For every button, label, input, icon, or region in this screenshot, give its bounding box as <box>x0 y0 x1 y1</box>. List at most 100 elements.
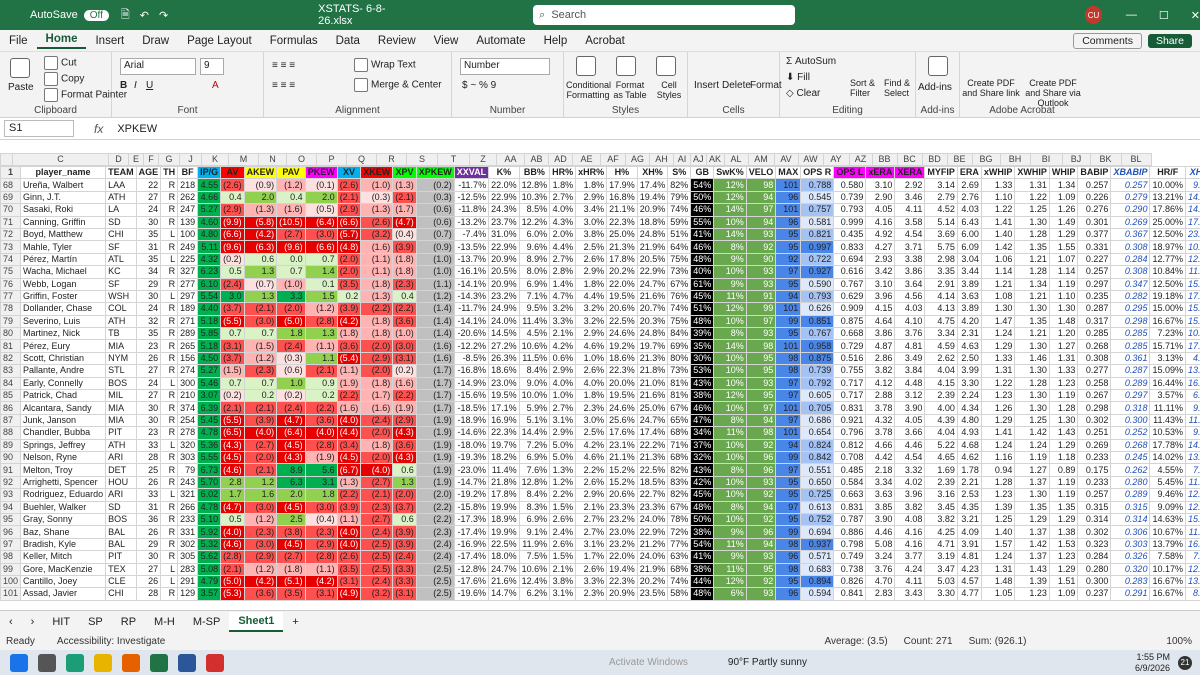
cell[interactable]: (4.5) <box>276 438 306 453</box>
cell[interactable]: 0.921 <box>833 413 867 428</box>
cell[interactable]: R <box>160 500 179 514</box>
cell[interactable]: 2.83 <box>865 587 896 601</box>
cell[interactable]: 3.77 <box>894 550 926 564</box>
cell[interactable]: BOS <box>105 376 137 391</box>
cell[interactable]: -7.4% <box>453 227 490 242</box>
cell[interactable]: (2.1) <box>243 302 278 316</box>
cell[interactable]: (3.6) <box>336 339 362 353</box>
cell[interactable]: 20.2% <box>636 574 669 589</box>
share-button[interactable]: Share <box>1147 33 1192 48</box>
cell[interactable]: Ureña, Walbert <box>20 178 107 192</box>
cell[interactable]: 15.00% <box>1149 302 1186 316</box>
cell[interactable]: 297 <box>177 289 199 304</box>
cell[interactable]: 9.0% <box>518 376 551 391</box>
cell[interactable]: 1.18 <box>1048 450 1079 465</box>
cell[interactable]: 218 <box>177 178 199 192</box>
cell[interactable]: 14% <box>713 339 747 353</box>
cell[interactable]: (4.0) <box>360 463 394 477</box>
cell[interactable]: 2.4% <box>549 525 577 539</box>
cell[interactable]: 3.82 <box>924 512 958 527</box>
cell[interactable]: 29 <box>135 277 162 291</box>
column-header[interactable]: AF <box>600 153 626 166</box>
cell[interactable]: (2.0) <box>415 488 455 502</box>
column-header[interactable]: AY <box>822 153 850 166</box>
cell[interactable]: -14.1% <box>453 314 490 329</box>
cell[interactable]: 38% <box>690 562 715 576</box>
cell[interactable]: BF <box>177 166 199 180</box>
cell[interactable]: 2.24 <box>956 389 982 403</box>
cell[interactable]: 8% <box>713 500 747 514</box>
cell[interactable]: MYFIP <box>924 166 958 180</box>
cell[interactable]: Mahle, Tyler <box>20 240 107 254</box>
cell[interactable]: TB <box>105 327 137 341</box>
cell[interactable]: 0.267 <box>1077 389 1112 403</box>
cell[interactable]: 0.708 <box>833 450 867 465</box>
cell[interactable]: 1.8% <box>549 178 577 192</box>
cell[interactable]: (1.1) <box>336 512 362 527</box>
cell[interactable]: BAL <box>105 525 137 539</box>
cell[interactable]: (0.9) <box>243 178 278 192</box>
cell[interactable]: (0.3) <box>360 190 394 205</box>
cell[interactable]: xERA <box>865 166 896 180</box>
cell[interactable]: (2.3) <box>243 364 278 378</box>
row-number[interactable]: 84 <box>0 376 22 391</box>
delete-button[interactable]: Delete <box>722 80 751 91</box>
cell[interactable]: COL <box>105 302 137 316</box>
cell[interactable]: NYM <box>105 351 137 366</box>
cell[interactable]: 1.2 <box>243 475 278 490</box>
cell[interactable]: (2.2) <box>415 500 455 514</box>
cell[interactable]: ATH <box>105 314 137 329</box>
cell[interactable]: 1.27 <box>1048 339 1079 353</box>
tab-m-h[interactable]: M-H <box>145 616 184 628</box>
cell[interactable]: 100 <box>177 227 199 242</box>
cell[interactable]: 15.18% <box>1184 277 1200 291</box>
cell[interactable]: 1.33 <box>980 178 1016 192</box>
cell[interactable]: 30 <box>135 289 162 304</box>
cell[interactable]: 1.47 <box>980 314 1016 329</box>
cell[interactable]: 2.5% <box>575 426 608 440</box>
cell[interactable]: 274 <box>177 364 199 378</box>
cell[interactable]: 47% <box>690 413 715 428</box>
cell[interactable]: 1.41 <box>980 426 1016 440</box>
cell[interactable]: 67% <box>667 277 692 291</box>
cell[interactable]: 19.2% <box>606 339 638 353</box>
cell[interactable]: 0.629 <box>833 289 867 304</box>
cell[interactable]: 6.9% <box>518 512 551 527</box>
cell[interactable]: 97 <box>775 463 802 477</box>
cell[interactable]: 1.48 <box>980 574 1016 589</box>
cell[interactable]: 1.29 <box>1014 512 1050 527</box>
cell[interactable]: 0.7 <box>220 327 245 341</box>
cell[interactable]: 20.0% <box>606 376 638 391</box>
cell[interactable]: 1.5% <box>549 550 577 564</box>
cell[interactable]: 1.35 <box>1014 500 1050 514</box>
cell[interactable]: 22.3% <box>488 426 520 440</box>
cell[interactable]: 5.45% <box>1149 475 1186 490</box>
cell[interactable]: L <box>160 438 179 453</box>
cell[interactable]: (0.3) <box>415 190 455 205</box>
cell[interactable]: 16.67% <box>1149 587 1186 601</box>
cell[interactable]: 46% <box>690 401 715 415</box>
cell[interactable]: 1.19 <box>1048 277 1079 291</box>
cell[interactable]: (1.8) <box>360 376 394 391</box>
minimize-icon[interactable]: — <box>1126 9 1137 21</box>
cell[interactable]: 97 <box>745 203 777 217</box>
cell[interactable]: 303 <box>177 450 199 465</box>
select-all-corner[interactable] <box>0 153 13 166</box>
column-header[interactable]: BD <box>921 153 948 166</box>
cell[interactable]: 3.84 <box>894 364 926 378</box>
cell[interactable]: (3.9) <box>392 240 417 254</box>
cell[interactable]: 1.3% <box>549 463 577 477</box>
cell[interactable]: 16.8% <box>606 190 638 205</box>
row-number[interactable]: 88 <box>0 426 22 440</box>
cell[interactable]: 3.24 <box>865 550 896 564</box>
cell[interactable]: 5.22 <box>924 438 958 453</box>
cell[interactable]: 3.86 <box>865 327 896 341</box>
cell[interactable]: (2.7) <box>360 512 394 527</box>
menu-file[interactable]: File <box>0 35 37 47</box>
cell[interactable]: 4.87 <box>865 339 896 353</box>
cell[interactable]: Martinez, Nick <box>20 327 107 341</box>
cell[interactable]: Dollander, Chase <box>20 302 107 316</box>
cell[interactable]: (1.2) <box>243 351 278 366</box>
cell[interactable]: 74% <box>667 574 692 589</box>
cell[interactable]: 9.75% <box>1184 401 1200 415</box>
